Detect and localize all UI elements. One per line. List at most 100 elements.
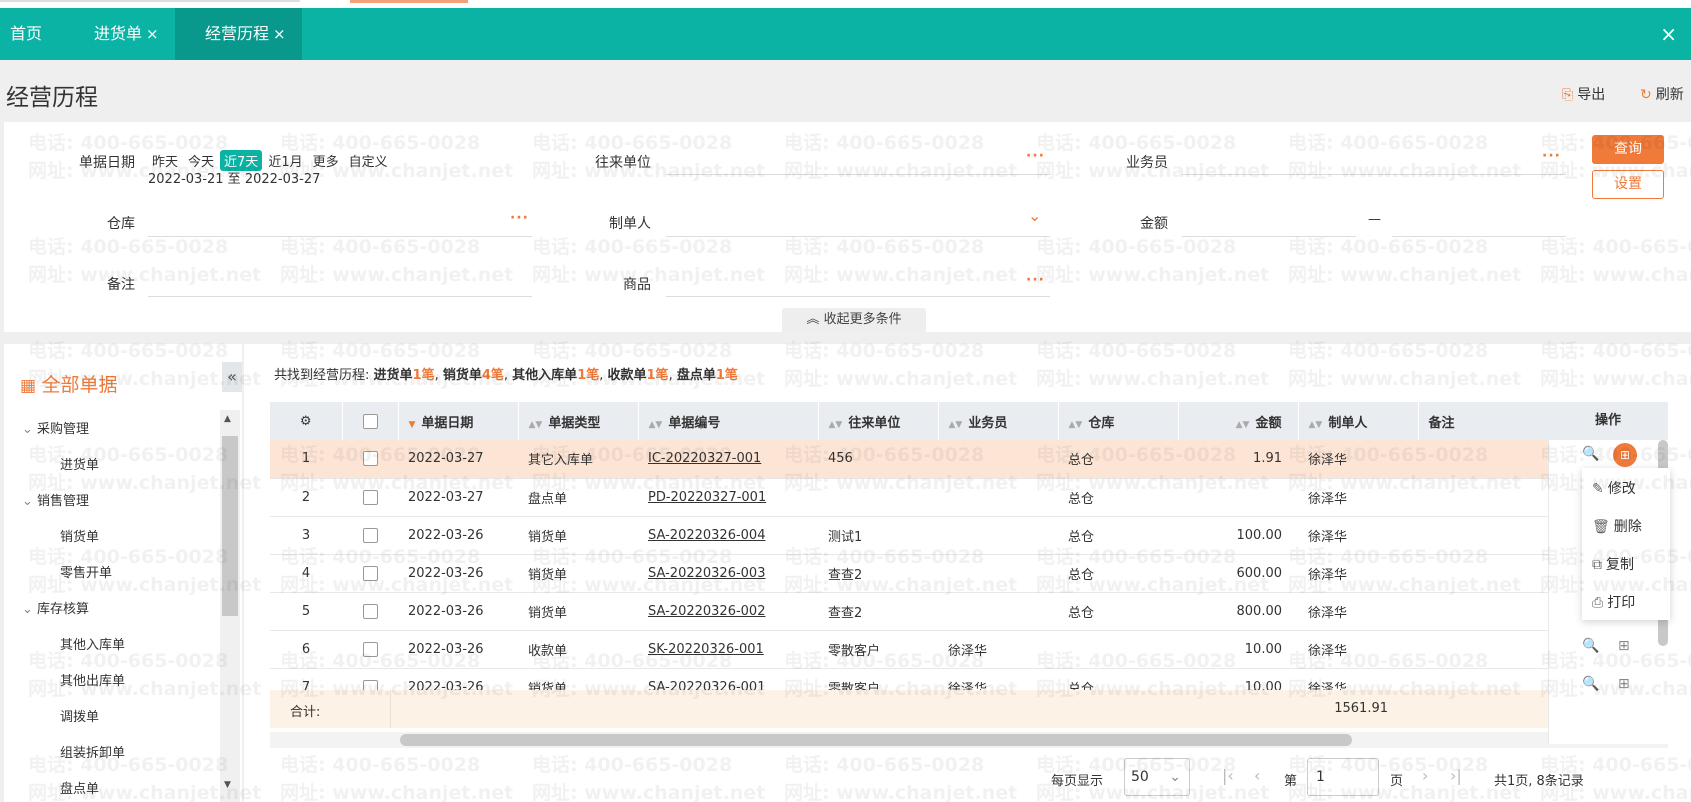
col-salesman[interactable]: ▲▼ 业务员	[938, 402, 1059, 440]
next-page-icon[interactable]: ›	[1422, 766, 1428, 785]
view-icon[interactable]: 🔍	[1582, 638, 1599, 654]
tab-home[interactable]: 首页	[10, 8, 42, 60]
more-actions-icon[interactable]: ⊞	[1618, 638, 1630, 654]
menu-delete[interactable]: 🗑 删除	[1592, 516, 1642, 536]
tree-group-sales[interactable]: ⌄ 销售管理	[22, 490, 89, 509]
checkbox[interactable]	[362, 451, 378, 467]
cell-number[interactable]: SA-20220326-003	[638, 554, 818, 593]
document-number-link[interactable]: IC-20220327-001	[648, 451, 761, 466]
tab-history[interactable]: 经营历程 ×	[175, 8, 302, 60]
view-icon[interactable]: 🔍	[1582, 676, 1599, 692]
checkbox[interactable]	[362, 527, 378, 543]
row-checkbox[interactable]	[342, 554, 398, 593]
amount-max-field[interactable]	[1392, 236, 1566, 237]
col-partner[interactable]: ▲▼ 往来单位	[818, 402, 939, 440]
tree-item-retail[interactable]: 零售开单	[60, 562, 112, 581]
remark-field[interactable]	[148, 296, 532, 297]
close-window-icon[interactable]: ×	[1660, 8, 1677, 60]
document-number-link[interactable]: SA-20220326-003	[648, 566, 765, 581]
document-number-link[interactable]: SA-20220326-001	[648, 680, 765, 691]
partner-field[interactable]	[666, 174, 1050, 175]
collapse-conditions-button[interactable]: ︽ 收起更多条件	[782, 308, 926, 332]
cell-number[interactable]: IC-20220327-001	[638, 440, 818, 479]
table-row[interactable]: 6 2022-03-26 收款单 SK-20220326-001 零散客户 徐泽华 10.0…	[270, 630, 1548, 669]
tree-item-stocktake[interactable]: 盘点单	[60, 778, 99, 797]
salesman-field[interactable]	[1182, 174, 1566, 175]
col-number[interactable]: ▲▼ 单据编号	[638, 402, 819, 440]
cell-number[interactable]: SA-20220326-001	[638, 668, 818, 690]
warehouse-more-icon[interactable]: ···	[510, 210, 529, 226]
goods-more-icon[interactable]: ···	[1026, 272, 1045, 288]
quick-custom[interactable]: 自定义	[345, 150, 392, 171]
table-row[interactable]: 1 2022-03-27 其它入库单 IC-20220327-001 456 总仓 1.91…	[270, 440, 1548, 479]
col-remark[interactable]: 备注	[1418, 402, 1549, 440]
row-checkbox[interactable]	[342, 668, 398, 690]
row-checkbox[interactable]	[342, 440, 398, 479]
table-row[interactable]: 5 2022-03-26 销货单 SA-20220326-002 查查2 总仓 800.00…	[270, 592, 1548, 631]
sidebar-title[interactable]: ▦ 全部单据	[20, 370, 117, 397]
close-icon[interactable]: ×	[146, 25, 159, 43]
tree-item-other-in[interactable]: 其他入库单	[60, 634, 125, 653]
checkbox[interactable]	[362, 679, 378, 690]
tree-item-purchase-order[interactable]: 进货单	[60, 454, 99, 473]
row-checkbox[interactable]	[342, 516, 398, 555]
row-checkbox[interactable]	[342, 478, 398, 517]
table-row[interactable]: 2 2022-03-27 盘点单 PD-20220327-001 总仓 徐泽华	[270, 478, 1548, 517]
view-icon[interactable]: 🔍	[1582, 446, 1599, 462]
close-icon[interactable]: ×	[273, 25, 286, 43]
date-range[interactable]: 2022-03-21 至 2022-03-27	[148, 168, 320, 187]
salesman-more-icon[interactable]: ···	[1542, 148, 1561, 164]
partner-more-icon[interactable]: ···	[1026, 148, 1045, 164]
refresh-button[interactable]: ↻ 刷新	[1640, 84, 1684, 104]
first-page-icon[interactable]: |‹	[1222, 766, 1234, 785]
document-number-link[interactable]: PD-20220327-001	[648, 490, 766, 505]
row-checkbox[interactable]	[342, 630, 398, 669]
checkbox[interactable]	[362, 641, 378, 657]
cell-number[interactable]: SK-20220326-001	[638, 630, 818, 669]
per-page-select[interactable]: 50 ⌄	[1124, 758, 1190, 796]
prev-page-icon[interactable]: ‹	[1254, 766, 1260, 785]
menu-print[interactable]: ⎙ 打印	[1592, 592, 1635, 612]
col-amount[interactable]: ▲▼ 金额	[1178, 402, 1299, 440]
chevron-down-icon[interactable]: ⌄	[1028, 206, 1041, 225]
table-row[interactable]: 3 2022-03-26 销货单 SA-20220326-004 测试1 总仓 100.00…	[270, 516, 1548, 555]
tree-item-transfer[interactable]: 调拨单	[60, 706, 99, 725]
last-page-icon[interactable]: ›|	[1450, 766, 1462, 785]
horizontal-scroll-thumb[interactable]	[400, 734, 1352, 746]
checkbox[interactable]	[362, 489, 378, 505]
table-row[interactable]: 4 2022-03-26 销货单 SA-20220326-003 查查2 总仓 600.00…	[270, 554, 1548, 593]
maker-field[interactable]	[666, 236, 1050, 237]
tree-item-other-out[interactable]: 其他出库单	[60, 670, 125, 689]
more-actions-icon[interactable]: ⊞	[1613, 443, 1637, 467]
col-warehouse[interactable]: ▲▼ 仓库	[1058, 402, 1179, 440]
page-input[interactable]: 1	[1307, 758, 1379, 796]
collapse-sidebar-icon[interactable]: «	[222, 362, 242, 392]
document-number-link[interactable]: SK-20220326-001	[648, 642, 764, 657]
col-type[interactable]: ▲▼ 单据类型	[518, 402, 639, 440]
settings-button[interactable]: 设置	[1592, 170, 1664, 199]
cell-number[interactable]: PD-20220327-001	[638, 478, 818, 517]
table-row[interactable]: 7 2022-03-26 销货单 SA-20220326-001 零散客户 徐泽华 总仓 10…	[270, 668, 1548, 690]
checkbox[interactable]	[362, 603, 378, 619]
tab-purchase[interactable]: 进货单 ×	[94, 8, 159, 60]
checkbox[interactable]	[362, 565, 378, 581]
more-actions-icon[interactable]: ⊞	[1618, 676, 1630, 692]
export-button[interactable]: ⎘ 导出	[1562, 84, 1605, 104]
tree-item-assembly[interactable]: 组装拆卸单	[60, 742, 125, 761]
cell-number[interactable]: SA-20220326-002	[638, 592, 818, 631]
row-checkbox[interactable]	[342, 592, 398, 631]
warehouse-field[interactable]	[148, 236, 532, 237]
amount-min-field[interactable]	[1182, 236, 1356, 237]
select-all-checkbox[interactable]	[342, 402, 399, 440]
cell-number[interactable]: SA-20220326-004	[638, 516, 818, 555]
menu-edit[interactable]: ✎ 修改	[1592, 478, 1636, 498]
goods-field[interactable]	[666, 296, 1050, 297]
col-date[interactable]: ▼ 单据日期	[398, 402, 519, 440]
document-number-link[interactable]: SA-20220326-002	[648, 604, 765, 619]
query-button[interactable]: 查询	[1592, 135, 1664, 164]
scroll-up-icon[interactable]: ▲	[224, 414, 231, 424]
tree-item-sales-order[interactable]: 销货单	[60, 526, 99, 545]
menu-copy[interactable]: ⧉ 复制	[1592, 554, 1634, 574]
tree-group-purchase[interactable]: ⌄ 采购管理	[22, 418, 89, 437]
document-number-link[interactable]: SA-20220326-004	[648, 528, 765, 543]
